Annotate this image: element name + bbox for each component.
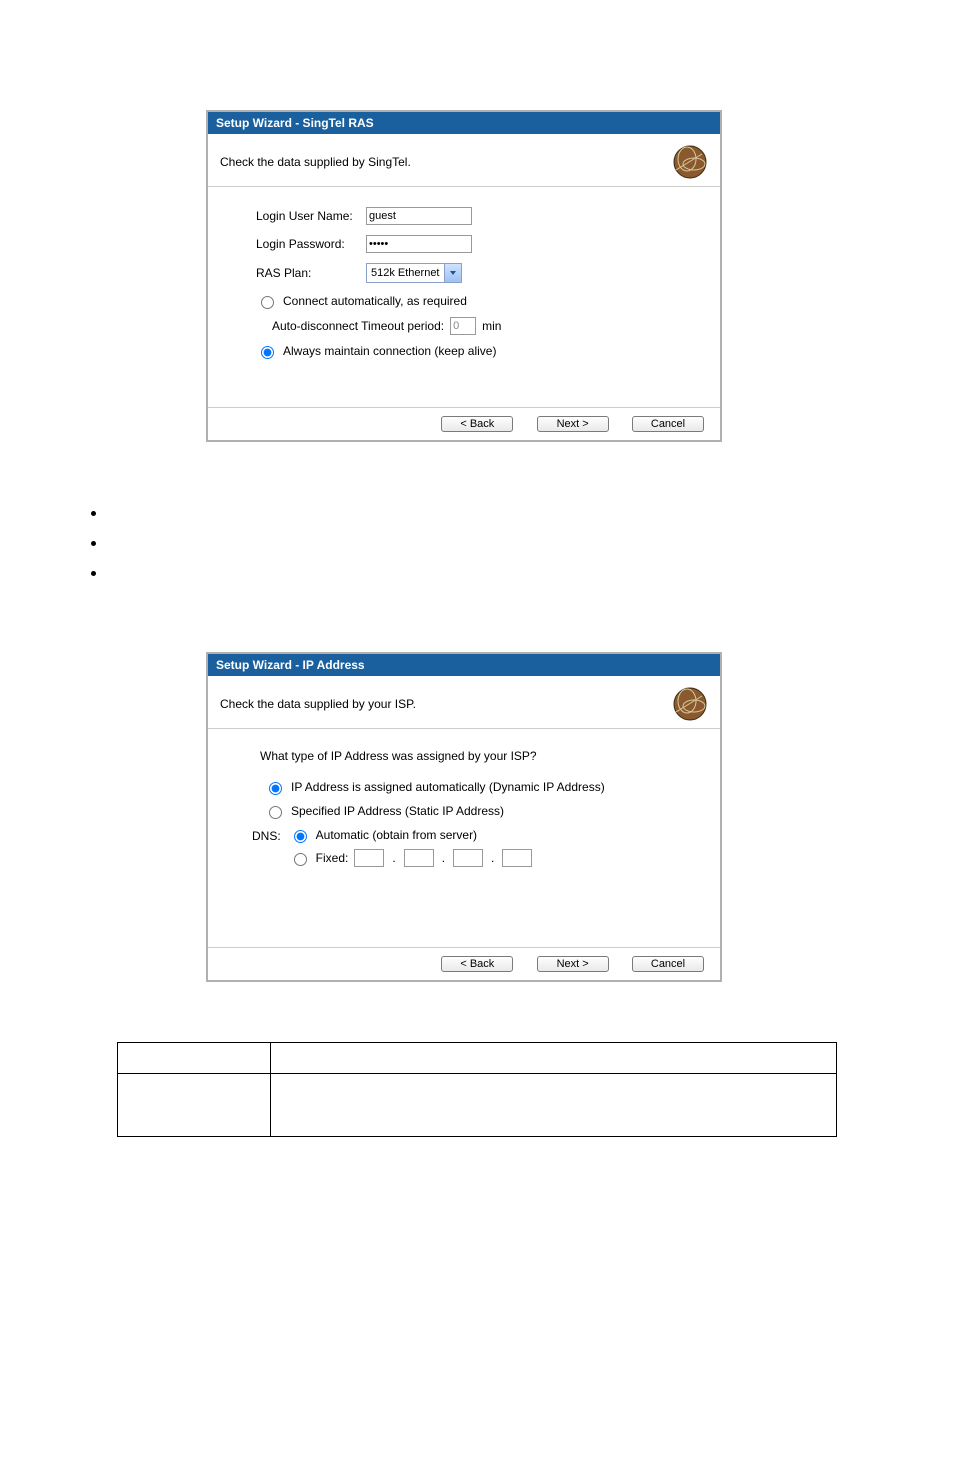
keep-alive-label: Always maintain connection (keep alive) [283, 344, 496, 358]
wizard-description: Check the data supplied by SingTel. [220, 155, 411, 169]
dns-fixed-label: Fixed: [316, 851, 349, 865]
keep-alive-radio[interactable] [261, 346, 274, 359]
dot-separator: . [392, 851, 395, 865]
dns-octet-1[interactable] [354, 849, 384, 867]
table-row [118, 1043, 837, 1074]
settings-table [117, 1042, 837, 1137]
dns-auto-radio[interactable] [294, 830, 307, 843]
wizard-button-row: < Back Next > Cancel [208, 407, 720, 440]
table-row [118, 1074, 837, 1137]
globe-icon [672, 686, 708, 722]
next-button[interactable]: Next > [537, 956, 609, 972]
list-item [108, 562, 954, 592]
dynamic-ip-radio[interactable] [269, 782, 282, 795]
static-ip-radio[interactable] [269, 806, 282, 819]
wizard-ip-address: Setup Wizard - IP Address Check the data… [206, 652, 722, 982]
ip-heading: What type of IP Address was assigned by … [260, 749, 700, 763]
dns-label: DNS: [252, 829, 281, 843]
auto-disconnect-input[interactable] [450, 317, 476, 335]
dns-octet-2[interactable] [404, 849, 434, 867]
static-ip-label: Specified IP Address (Static IP Address) [291, 804, 504, 818]
wizard-body: What type of IP Address was assigned by … [208, 729, 720, 947]
connect-auto-radio[interactable] [261, 296, 274, 309]
dns-octet-4[interactable] [502, 849, 532, 867]
login-user-input[interactable] [366, 207, 472, 225]
bullet-list [90, 502, 954, 592]
list-item [108, 502, 954, 532]
dot-separator: . [491, 851, 494, 865]
login-password-input[interactable] [366, 235, 472, 253]
dot-separator: . [442, 851, 445, 865]
ras-plan-value: 512k Ethernet [367, 267, 444, 279]
globe-icon [672, 144, 708, 180]
auto-disconnect-unit: min [482, 319, 501, 333]
dynamic-ip-label: IP Address is assigned automatically (Dy… [291, 780, 605, 794]
wizard-body: Login User Name: Login Password: RAS Pla… [208, 187, 720, 407]
dns-auto-label: Automatic (obtain from server) [316, 828, 477, 842]
wizard-singtel-ras: Setup Wizard - SingTel RAS Check the dat… [206, 110, 722, 442]
wizard-button-row: < Back Next > Cancel [208, 947, 720, 980]
ras-plan-select[interactable]: 512k Ethernet [366, 263, 462, 283]
login-user-label: Login User Name: [256, 209, 366, 223]
chevron-down-icon [444, 264, 461, 282]
wizard-description-row: Check the data supplied by SingTel. [208, 134, 720, 187]
auto-disconnect-label: Auto-disconnect Timeout period: [272, 319, 444, 333]
cancel-button[interactable]: Cancel [632, 416, 704, 432]
next-button[interactable]: Next > [537, 416, 609, 432]
wizard-title: Setup Wizard - SingTel RAS [216, 116, 374, 130]
login-password-label: Login Password: [256, 237, 366, 251]
back-button[interactable]: < Back [441, 956, 513, 972]
dns-octet-3[interactable] [453, 849, 483, 867]
list-item [108, 532, 954, 562]
wizard-description: Check the data supplied by your ISP. [220, 697, 416, 711]
dns-fixed-radio[interactable] [294, 853, 307, 866]
back-button[interactable]: < Back [441, 416, 513, 432]
wizard-description-row: Check the data supplied by your ISP. [208, 676, 720, 729]
wizard-header: Setup Wizard - SingTel RAS [208, 112, 720, 134]
ras-plan-label: RAS Plan: [256, 266, 366, 280]
connect-auto-label: Connect automatically, as required [283, 294, 467, 308]
wizard-title: Setup Wizard - IP Address [216, 658, 365, 672]
cancel-button[interactable]: Cancel [632, 956, 704, 972]
wizard-header: Setup Wizard - IP Address [208, 654, 720, 676]
